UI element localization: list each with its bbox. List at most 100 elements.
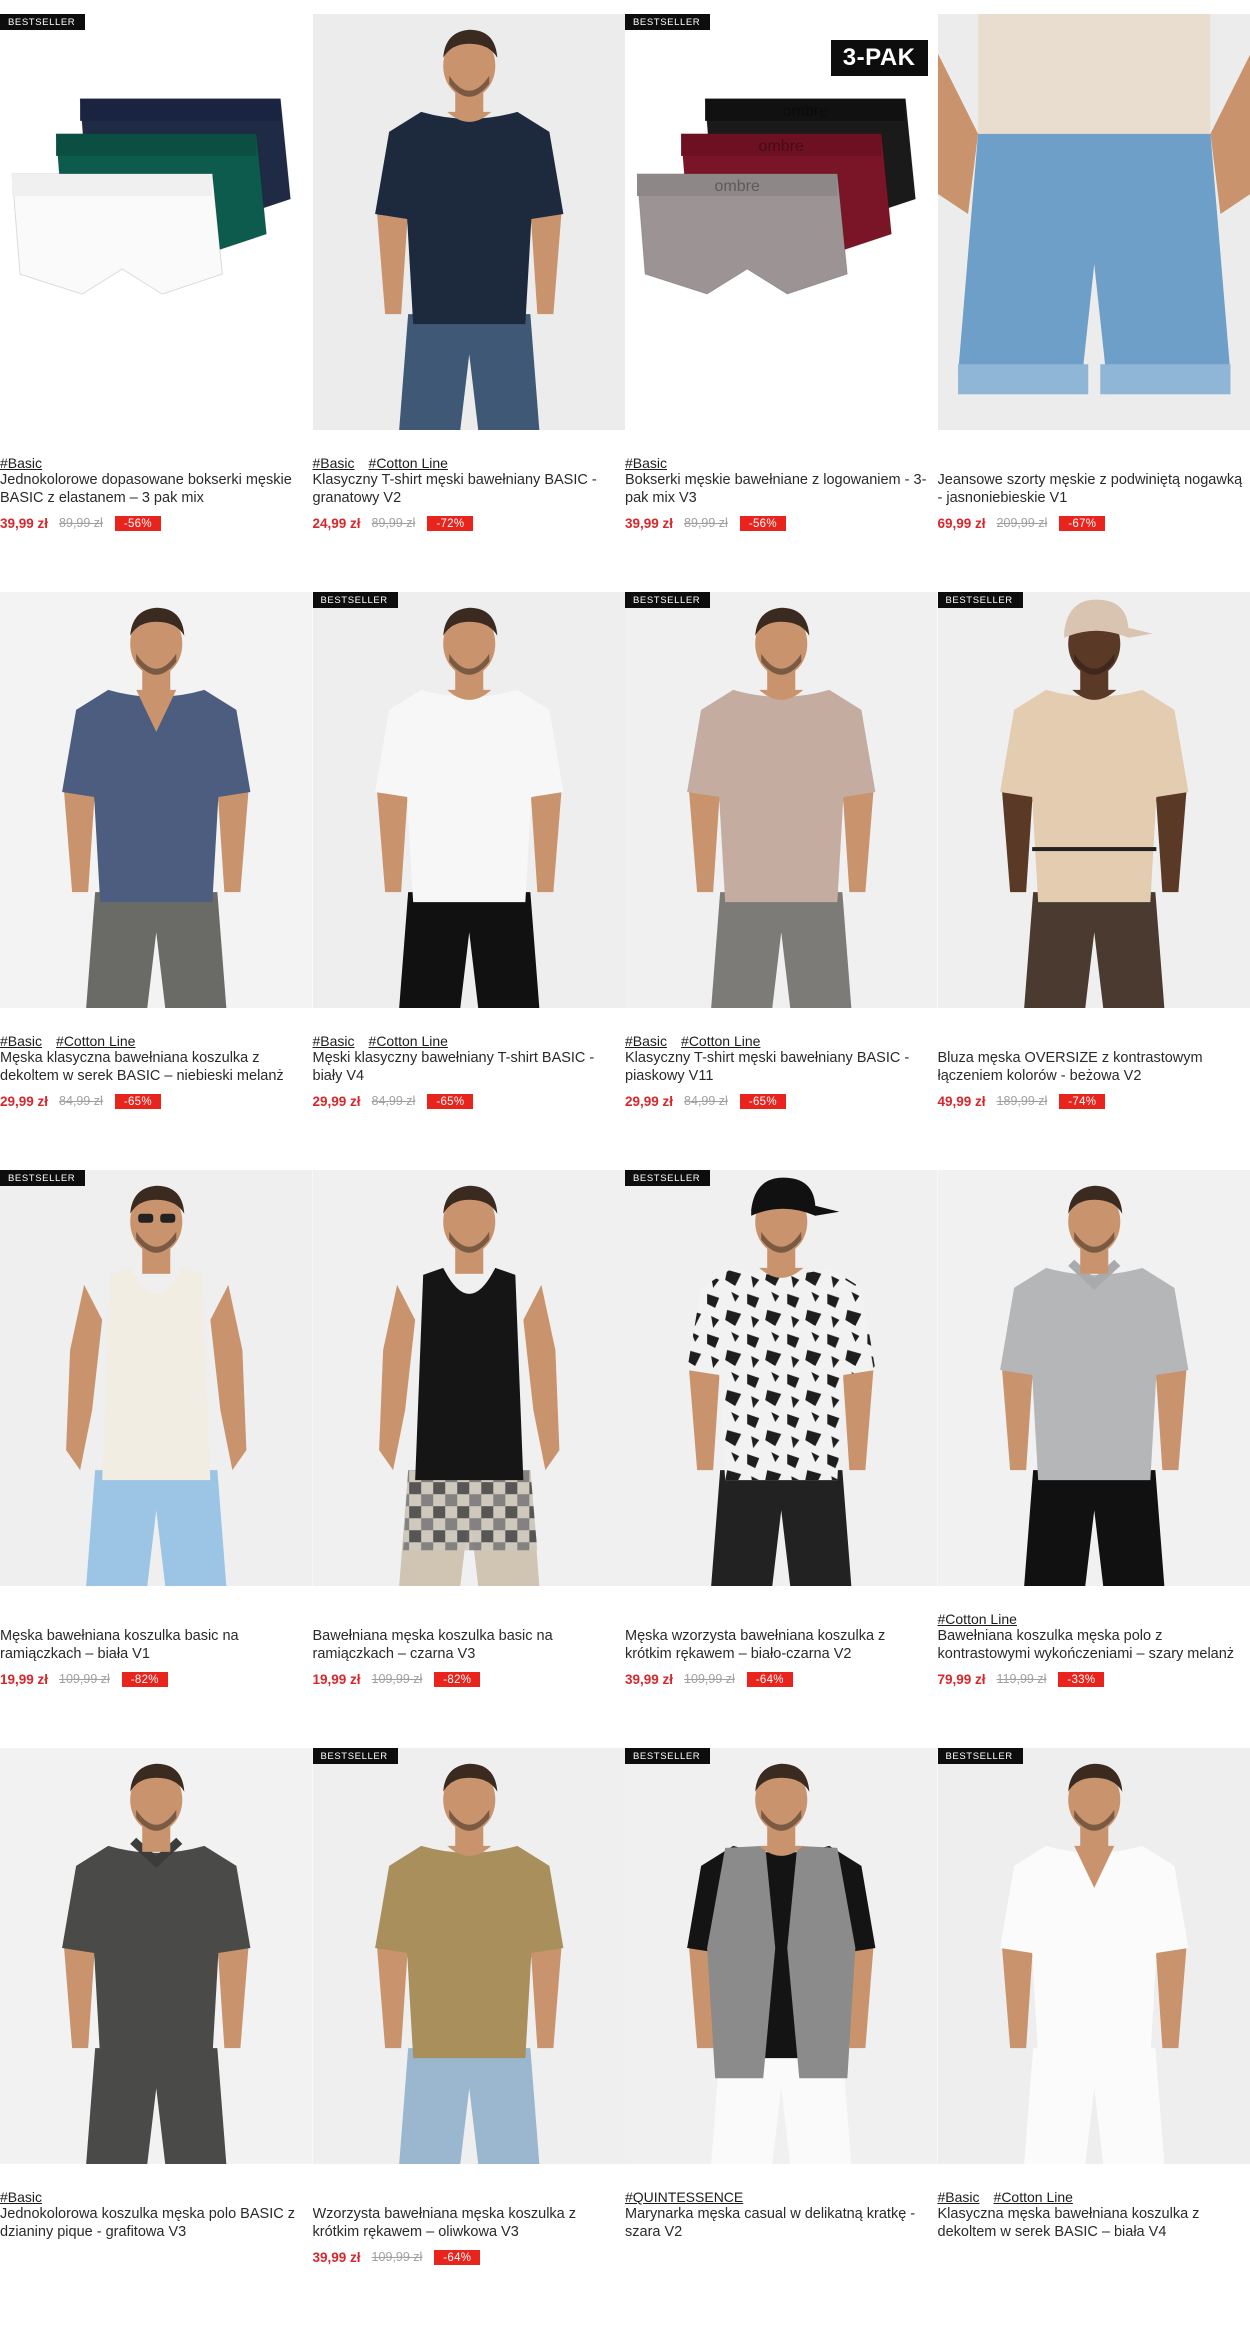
- product-title[interactable]: Wzorzysta bawełniana męska koszulka z kr…: [313, 2205, 626, 2241]
- product-title[interactable]: Bokserki męskie bawełniane z logowaniem …: [625, 471, 938, 507]
- product-card[interactable]: Jeansowe szorty męskie z podwiniętą noga…: [938, 14, 1250, 592]
- discount-badge: -64%: [747, 1672, 793, 1687]
- product-tags: #Basic: [0, 455, 313, 471]
- discount-badge: -82%: [434, 1672, 480, 1687]
- product-image[interactable]: [0, 1748, 313, 2164]
- price-row: 79,99 zł119,99 zł-33%: [938, 1670, 1250, 1688]
- bestseller-badge: BESTSELLER: [625, 1170, 710, 1186]
- product-tag-link[interactable]: #QUINTESSENCE: [625, 2189, 743, 2205]
- product-tag-link[interactable]: #Basic: [313, 455, 355, 471]
- product-image[interactable]: BESTSELLER: [313, 1748, 626, 2164]
- product-card[interactable]: #Basic #Cotton LineKlasyczny T-shirt męsk…: [313, 14, 626, 592]
- product-tags: [313, 1611, 626, 1627]
- discount-badge: -82%: [122, 1672, 168, 1687]
- product-tag-link[interactable]: #Cotton Line: [994, 2189, 1073, 2205]
- product-info: #BasicJednokolorowa koszulka męska polo …: [0, 2164, 313, 2266]
- product-title[interactable]: Męski klasyczny bawełniany T-shirt BASIC…: [313, 1049, 626, 1085]
- product-tag-link[interactable]: #Basic: [313, 1033, 355, 1049]
- product-tag-link[interactable]: #Basic: [938, 2189, 980, 2205]
- product-image[interactable]: BESTSELLER: [0, 1170, 313, 1586]
- product-title[interactable]: Bawełniana koszulka męska polo z kontras…: [938, 1627, 1250, 1663]
- product-title[interactable]: Klasyczny T-shirt męski bawełniany BASIC…: [625, 1049, 938, 1085]
- product-tag-link[interactable]: #Basic: [625, 455, 667, 471]
- product-card[interactable]: BESTSELLER Wzorzysta bawełniana męska kos…: [313, 1748, 626, 2326]
- product-tag-link[interactable]: #Basic: [0, 2189, 42, 2205]
- bestseller-badge: BESTSELLER: [625, 592, 710, 608]
- product-card[interactable]: BESTSELLER Bluza męska OVERSIZE z kontras…: [938, 592, 1250, 1170]
- original-price: 89,99 zł: [59, 516, 103, 530]
- product-image[interactable]: BESTSELLER: [313, 592, 626, 1008]
- sale-price: 24,99 zł: [313, 516, 361, 531]
- product-card[interactable]: BESTSELLER Męska wzorzysta bawełniana kos…: [625, 1170, 938, 1748]
- product-title[interactable]: Bawełniana męska koszulka basic na ramią…: [313, 1627, 626, 1663]
- product-card[interactable]: BESTSELLER Męska bawełniana koszulka basi…: [0, 1170, 313, 1748]
- product-photo: [938, 14, 1250, 430]
- product-title[interactable]: Jednokolorowa koszulka męska polo BASIC …: [0, 2205, 313, 2241]
- product-tags: #Cotton Line: [938, 1611, 1250, 1627]
- product-title[interactable]: Jeansowe szorty męskie z podwiniętą noga…: [938, 471, 1250, 507]
- product-info: Męska wzorzysta bawełniana koszulka z kr…: [625, 1586, 938, 1688]
- product-title[interactable]: Męska klasyczna bawełniana koszulka z de…: [0, 1049, 313, 1085]
- product-card[interactable]: #BasicJednokolorowa koszulka męska polo …: [0, 1748, 313, 2326]
- product-title[interactable]: Marynarka męska casual w delikatną kratk…: [625, 2205, 938, 2241]
- price-row: 39,99 zł89,99 zł-56%: [625, 514, 938, 532]
- product-image[interactable]: BESTSELLER: [625, 1748, 938, 2164]
- price-row: [0, 2248, 313, 2266]
- product-title[interactable]: Bluza męska OVERSIZE z kontrastowym łącz…: [938, 1049, 1250, 1085]
- sale-price: 19,99 zł: [313, 1672, 361, 1687]
- sale-price: 39,99 zł: [625, 1672, 673, 1687]
- product-card[interactable]: BESTSELLER #Basic #Cotton LineMęski klasyc…: [313, 592, 626, 1170]
- product-image[interactable]: BESTSELLER: [625, 592, 938, 1008]
- product-title[interactable]: Jednokolorowe dopasowane bokserki męskie…: [0, 471, 313, 507]
- product-tag-link[interactable]: #Cotton Line: [681, 1033, 760, 1049]
- product-image[interactable]: BESTSELLER: [938, 592, 1250, 1008]
- product-card[interactable]: BESTSELLER #BasicJednokolorowe dopasowane…: [0, 14, 313, 592]
- product-tag-link[interactable]: #Cotton Line: [938, 1611, 1017, 1627]
- product-tag-link[interactable]: #Basic: [0, 1033, 42, 1049]
- product-image[interactable]: [313, 1170, 626, 1586]
- svg-text:ombre: ombre: [759, 137, 804, 155]
- product-title[interactable]: Męska wzorzysta bawełniana koszulka z kr…: [625, 1627, 938, 1663]
- product-tag-link[interactable]: #Cotton Line: [369, 455, 448, 471]
- sale-price: 79,99 zł: [938, 1672, 986, 1687]
- product-photo: [625, 1170, 938, 1586]
- original-price: 109,99 zł: [59, 1672, 110, 1686]
- sale-price: 39,99 zł: [625, 516, 673, 531]
- product-title[interactable]: Klasyczny T-shirt męski bawełniany BASIC…: [313, 471, 626, 507]
- product-card[interactable]: ombreombreombreBESTSELLER3-PAK#BasicBoks…: [625, 14, 938, 592]
- product-tag-link[interactable]: #Basic: [0, 455, 42, 471]
- product-tags: #Basic #Cotton Line: [0, 1033, 313, 1049]
- product-image[interactable]: [313, 14, 626, 430]
- product-photo: [0, 592, 313, 1008]
- product-card[interactable]: BESTSELLER #Basic #Cotton LineKlasyczny T-…: [625, 592, 938, 1170]
- discount-badge: -67%: [1059, 516, 1105, 531]
- product-card[interactable]: BESTSELLER #Basic #Cotton LineKlasyczna mę…: [938, 1748, 1250, 2326]
- product-info: Jeansowe szorty męskie z podwiniętą noga…: [938, 430, 1250, 532]
- product-image[interactable]: [938, 14, 1250, 430]
- product-title[interactable]: Klasyczna męska bawełniana koszulka z de…: [938, 2205, 1250, 2241]
- product-tags: [938, 455, 1250, 471]
- product-info: #QUINTESSENCEMarynarka męska casual w de…: [625, 2164, 938, 2266]
- product-image[interactable]: BESTSELLER: [0, 14, 313, 430]
- product-image[interactable]: [938, 1170, 1250, 1586]
- product-info: #BasicBokserki męskie bawełniane z logow…: [625, 430, 938, 532]
- product-card[interactable]: #Cotton LineBawełniana koszulka męska po…: [938, 1170, 1250, 1748]
- bestseller-badge: BESTSELLER: [625, 14, 710, 30]
- product-image[interactable]: [0, 592, 313, 1008]
- product-tag-link[interactable]: #Cotton Line: [369, 1033, 448, 1049]
- svg-text:ombre: ombre: [783, 102, 828, 120]
- price-row: 39,99 zł109,99 zł-64%: [313, 2248, 626, 2266]
- product-image[interactable]: BESTSELLER: [938, 1748, 1250, 2164]
- product-card[interactable]: Bawełniana męska koszulka basic na ramią…: [313, 1170, 626, 1748]
- product-photo: [313, 592, 626, 1008]
- product-tags: #Basic: [0, 2189, 313, 2205]
- product-tag-link[interactable]: #Basic: [625, 1033, 667, 1049]
- product-tag-link[interactable]: #Cotton Line: [56, 1033, 135, 1049]
- product-image[interactable]: BESTSELLER: [625, 1170, 938, 1586]
- original-price: 84,99 zł: [59, 1094, 103, 1108]
- product-card[interactable]: #Basic #Cotton LineMęska klasyczna bawełn…: [0, 592, 313, 1170]
- product-title[interactable]: Męska bawełniana koszulka basic na ramią…: [0, 1627, 313, 1663]
- product-image[interactable]: ombreombreombreBESTSELLER3-PAK: [625, 14, 938, 430]
- product-photo: [938, 1170, 1250, 1586]
- product-card[interactable]: BESTSELLER#QUINTESSENCEMarynarka męska c…: [625, 1748, 938, 2326]
